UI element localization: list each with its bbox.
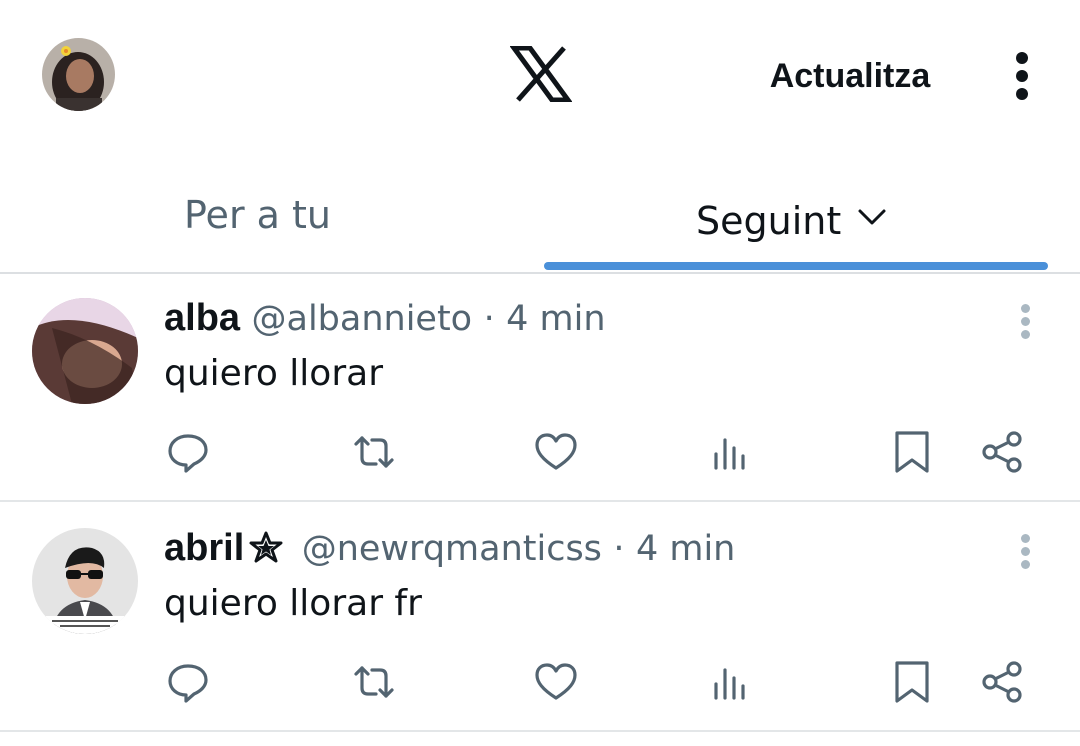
post[interactable]: alba @albannieto · 4 min quiero llorar bbox=[0, 274, 1080, 502]
reply-icon[interactable] bbox=[164, 428, 212, 476]
active-tab-indicator bbox=[544, 262, 1048, 270]
repost-icon[interactable] bbox=[350, 658, 398, 706]
views-icon[interactable] bbox=[706, 428, 754, 476]
repost-icon[interactable] bbox=[350, 428, 398, 476]
post-actions bbox=[0, 424, 1080, 480]
author-name[interactable]: alba bbox=[164, 297, 240, 339]
avatar[interactable] bbox=[32, 528, 138, 634]
post-text: quiero llorar fr bbox=[164, 583, 422, 624]
post-more-icon[interactable] bbox=[1014, 532, 1038, 572]
separator-dot: · bbox=[613, 529, 625, 569]
tab-for-you[interactable]: Per a tu bbox=[184, 185, 331, 245]
author-handle[interactable]: @newrqmanticss bbox=[302, 529, 602, 569]
post[interactable]: abril @newrqmanticss · 4 min quiero llor… bbox=[0, 504, 1080, 732]
post-text: quiero llorar bbox=[164, 353, 383, 394]
post-time[interactable]: 4 min bbox=[506, 299, 605, 339]
more-vertical-icon[interactable] bbox=[1002, 48, 1042, 104]
tab-following[interactable]: Seguint bbox=[696, 185, 887, 245]
star-icon bbox=[248, 529, 284, 563]
post-more-icon[interactable] bbox=[1014, 302, 1038, 342]
post-header: alba @albannieto · 4 min bbox=[164, 294, 606, 342]
tab-label: Seguint bbox=[696, 199, 842, 243]
author-handle[interactable]: @albannieto bbox=[252, 299, 473, 339]
bookmark-icon[interactable] bbox=[888, 428, 936, 476]
reply-icon[interactable] bbox=[164, 658, 212, 706]
refresh-button[interactable]: Actualitza bbox=[740, 52, 960, 100]
post-time[interactable]: 4 min bbox=[636, 529, 735, 569]
avatar[interactable] bbox=[32, 298, 138, 404]
x-logo-icon[interactable] bbox=[509, 45, 573, 103]
chevron-down-icon[interactable] bbox=[857, 185, 887, 225]
timeline-tabs: Per a tu Seguint bbox=[0, 150, 1080, 274]
tab-label: Per a tu bbox=[184, 193, 331, 237]
share-icon[interactable] bbox=[978, 658, 1026, 706]
like-icon[interactable] bbox=[532, 658, 580, 706]
post-header: abril @newrqmanticss · 4 min bbox=[164, 524, 735, 572]
divider bbox=[0, 730, 1080, 732]
views-icon[interactable] bbox=[706, 658, 754, 706]
share-icon[interactable] bbox=[978, 428, 1026, 476]
separator-dot: · bbox=[483, 299, 495, 339]
author-name[interactable]: abril bbox=[164, 527, 244, 569]
like-icon[interactable] bbox=[532, 428, 580, 476]
profile-avatar[interactable] bbox=[42, 38, 115, 111]
bookmark-icon[interactable] bbox=[888, 658, 936, 706]
top-bar: Actualitza bbox=[0, 0, 1080, 150]
post-actions bbox=[0, 654, 1080, 710]
divider bbox=[0, 500, 1080, 502]
